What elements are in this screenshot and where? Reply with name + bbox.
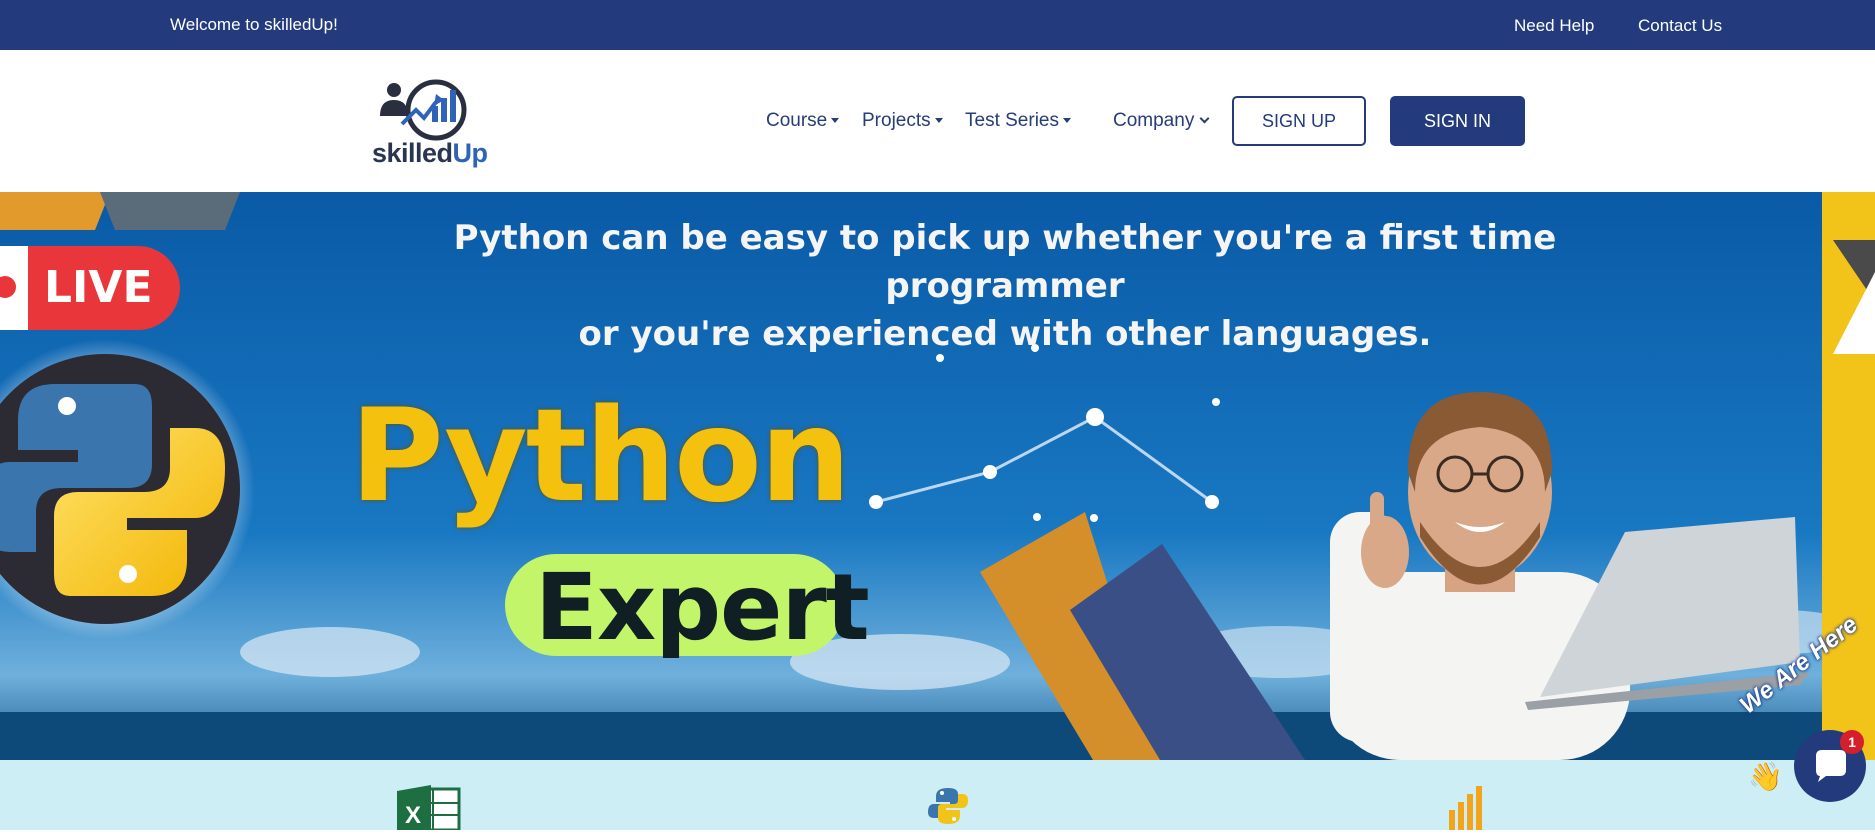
chevron-down-icon: [1199, 113, 1210, 124]
hero-banner[interactable]: Python can be easy to pick up whether yo…: [0, 192, 1875, 760]
caret-down-icon: [831, 118, 840, 124]
need-help-link[interactable]: Need Help: [1514, 16, 1594, 36]
hero-title: Python: [350, 382, 851, 531]
caret-down-icon: [934, 118, 943, 124]
power-bi-icon[interactable]: [1443, 784, 1488, 835]
contact-us-link[interactable]: Contact Us: [1638, 16, 1722, 36]
hero-subtitle: Expert: [535, 554, 870, 661]
live-label: LIVE: [44, 262, 153, 313]
logo-mark-icon: [380, 79, 467, 141]
course-icon-strip: X: [0, 760, 1875, 832]
nav-company[interactable]: Company: [1113, 110, 1210, 132]
main-header: skilledUp Course Projects Test Series Co…: [0, 50, 1875, 192]
chat-notification-badge: 1: [1840, 730, 1864, 754]
excel-icon[interactable]: X: [397, 785, 463, 835]
sign-up-button[interactable]: SIGN UP: [1232, 96, 1366, 146]
nav-projects[interactable]: Projects: [862, 110, 943, 132]
welcome-message: Welcome to skilledUp!: [170, 15, 338, 34]
sign-in-button[interactable]: SIGN IN: [1390, 96, 1525, 146]
hero-headline: Python can be easy to pick up whether yo…: [453, 218, 1557, 354]
caret-down-icon: [1062, 118, 1071, 124]
python-icon[interactable]: [928, 786, 968, 831]
svg-text:X: X: [405, 802, 421, 829]
waving-hand-icon: 👋: [1748, 761, 1783, 792]
top-bar: Welcome to skilledUp! Need Help Contact …: [0, 0, 1875, 50]
skilledup-logo[interactable]: skilledUp: [370, 76, 500, 168]
logo-wordmark: skilledUp: [372, 138, 488, 168]
nav-test-series[interactable]: Test Series: [965, 110, 1071, 132]
nav-course[interactable]: Course: [766, 110, 840, 132]
